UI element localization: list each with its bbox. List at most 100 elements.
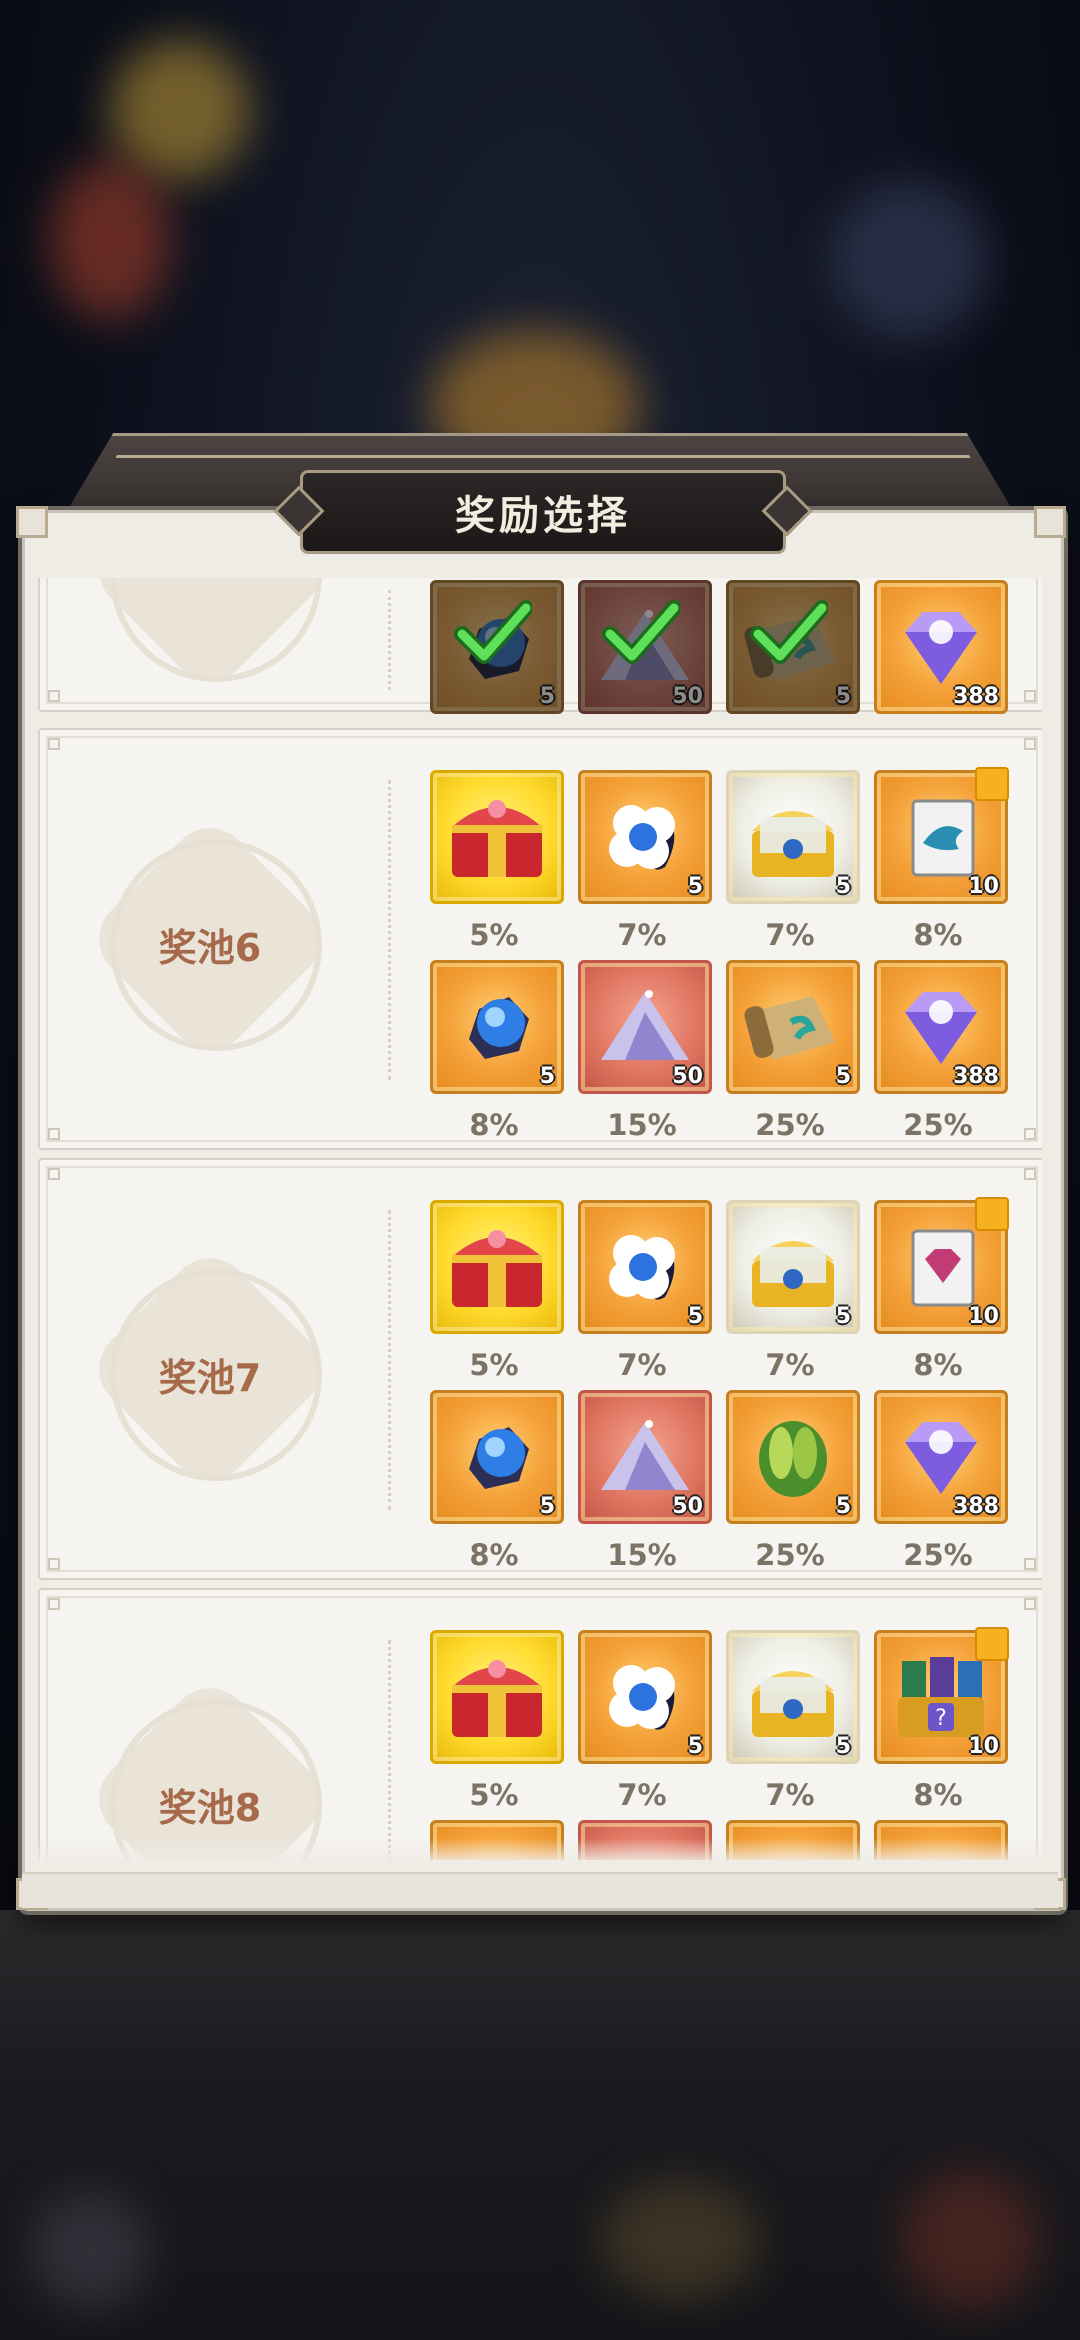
item-count: 50 [672, 1494, 703, 1519]
item-count: 10 [968, 874, 999, 899]
pool-label: 奖池7 [158, 1356, 262, 1400]
reward-item[interactable]: 50 15% [578, 960, 712, 1142]
section-corner-dot [1024, 738, 1036, 750]
section-divider [388, 590, 391, 690]
reward-tile: 50 [578, 1390, 712, 1524]
item-count: 10 [968, 1734, 999, 1759]
item-count: 5 [835, 1064, 851, 1089]
checkmark-icon [430, 580, 558, 708]
reward-tile [430, 770, 564, 904]
section-divider [388, 780, 391, 1080]
item-count: 5 [539, 1064, 555, 1089]
background-shape [600, 2180, 760, 2300]
reward-tile: 5 [726, 960, 860, 1094]
drop-rate: 8% [913, 1778, 963, 1812]
reward-tile: 10 [874, 767, 1009, 904]
pool-badge: 奖池6 [82, 811, 338, 1067]
reward-item[interactable]: 5 7% [726, 1630, 860, 1812]
reward-tile [430, 1630, 564, 1764]
background-glow [830, 180, 990, 340]
reward-tile: 5 [726, 770, 860, 904]
reward-item[interactable]: 5% [430, 1200, 564, 1382]
drop-rate: 15% [607, 1538, 677, 1572]
section-corner-dot [1024, 1128, 1036, 1140]
background-shape [30, 2190, 150, 2310]
reward-item[interactable]: 10 8% [874, 1197, 1009, 1382]
item-count: 50 [672, 1064, 703, 1089]
drop-rate: 25% [755, 1108, 825, 1142]
reward-pool-list[interactable]: 58%5015%525%38825%奖池65%57%57%108%58%5015… [38, 578, 1042, 1860]
drop-rate: 25% [755, 1538, 825, 1572]
background-lantern [110, 40, 250, 180]
item-count: 5 [835, 1494, 851, 1519]
checkmark-icon [726, 580, 854, 708]
pool-badge: 奖池8 [82, 1671, 338, 1860]
reward-tile: 10 [874, 1197, 1009, 1334]
reward-item[interactable]: 5 25% [726, 960, 860, 1142]
red-treasure-chest-icon [433, 1203, 561, 1331]
reward-tile: 5 [578, 770, 712, 904]
reward-tile: 5 [578, 1200, 712, 1334]
reward-tile: 5 [430, 960, 564, 1094]
section-corner-dot [1024, 1598, 1036, 1610]
reward-tile: 5 [726, 1200, 860, 1334]
pool-badge [82, 578, 338, 698]
puzzle-piece-icon [975, 767, 1009, 801]
reward-item[interactable]: 5% [430, 1630, 564, 1812]
reward-item[interactable]: 5% [430, 770, 564, 952]
item-count: 5 [539, 1494, 555, 1519]
section-divider [388, 1210, 391, 1510]
section-corner-dot [48, 1558, 60, 1570]
reward-item[interactable]: 5 7% [726, 770, 860, 952]
reward-item[interactable]: ? 10 8% [874, 1627, 1009, 1812]
dialog-bottom-edge [22, 1872, 1058, 1908]
section-divider [388, 1640, 391, 1860]
reward-item[interactable]: 10 8% [874, 767, 1009, 952]
drop-rate: 7% [617, 1778, 667, 1812]
reward-tile: 388 [874, 1390, 1008, 1524]
section-corner-dot [1024, 1168, 1036, 1180]
reward-tile [430, 1200, 564, 1334]
reward-tile: 50 [578, 960, 712, 1094]
reward-item[interactable]: 5 7% [578, 770, 712, 952]
pool-label: 奖池8 [158, 1786, 262, 1830]
drop-rate: 5% [469, 918, 519, 952]
item-count: 5 [687, 874, 703, 899]
section-corner-dot [1024, 690, 1036, 702]
reward-tile: 5 [578, 1630, 712, 1764]
puzzle-piece-icon [975, 1197, 1009, 1231]
reward-item[interactable]: 5 8% [430, 1390, 564, 1572]
reward-tile: 5 [430, 1390, 564, 1524]
drop-rate: 7% [765, 918, 815, 952]
reward-item[interactable]: 5 7% [578, 1630, 712, 1812]
drop-rate: 7% [765, 1348, 815, 1382]
drop-rate: 8% [913, 918, 963, 952]
reward-item[interactable]: 388 25% [874, 960, 1008, 1142]
reward-pool-section: 奖池8 5% 5 7% 5 7%? 10 8% [38, 1588, 1042, 1860]
reward-item[interactable]: 5 25% [726, 1390, 860, 1572]
section-corner-dot [48, 1598, 60, 1610]
reward-tile: 5 [726, 1630, 860, 1764]
reward-item[interactable]: 5 7% [726, 1200, 860, 1382]
corner-ornament [16, 506, 48, 538]
reward-item[interactable]: 50 15% [578, 1390, 712, 1572]
section-corner-dot [48, 1128, 60, 1140]
item-count: 5 [835, 874, 851, 899]
drop-rate: 7% [617, 918, 667, 952]
drop-rate: 5% [469, 1348, 519, 1382]
reward-item[interactable]: 5 8% [430, 960, 564, 1142]
pool-badge: 奖池7 [82, 1241, 338, 1497]
reward-item[interactable]: 5 7% [578, 1200, 712, 1382]
item-count: 5 [835, 1304, 851, 1329]
reward-item[interactable]: 388 25% [874, 1390, 1008, 1572]
badge-ring [110, 578, 322, 682]
reward-tile: 5 [726, 1390, 860, 1524]
corner-ornament [1034, 506, 1066, 538]
drop-rate: 7% [617, 1348, 667, 1382]
background-lantern [50, 160, 170, 320]
section-corner-dot [48, 738, 60, 750]
item-count: 5 [687, 1304, 703, 1329]
item-count: 388 [953, 1494, 999, 1519]
reward-tile: 388 [874, 580, 1008, 714]
puzzle-piece-icon [975, 1627, 1009, 1661]
